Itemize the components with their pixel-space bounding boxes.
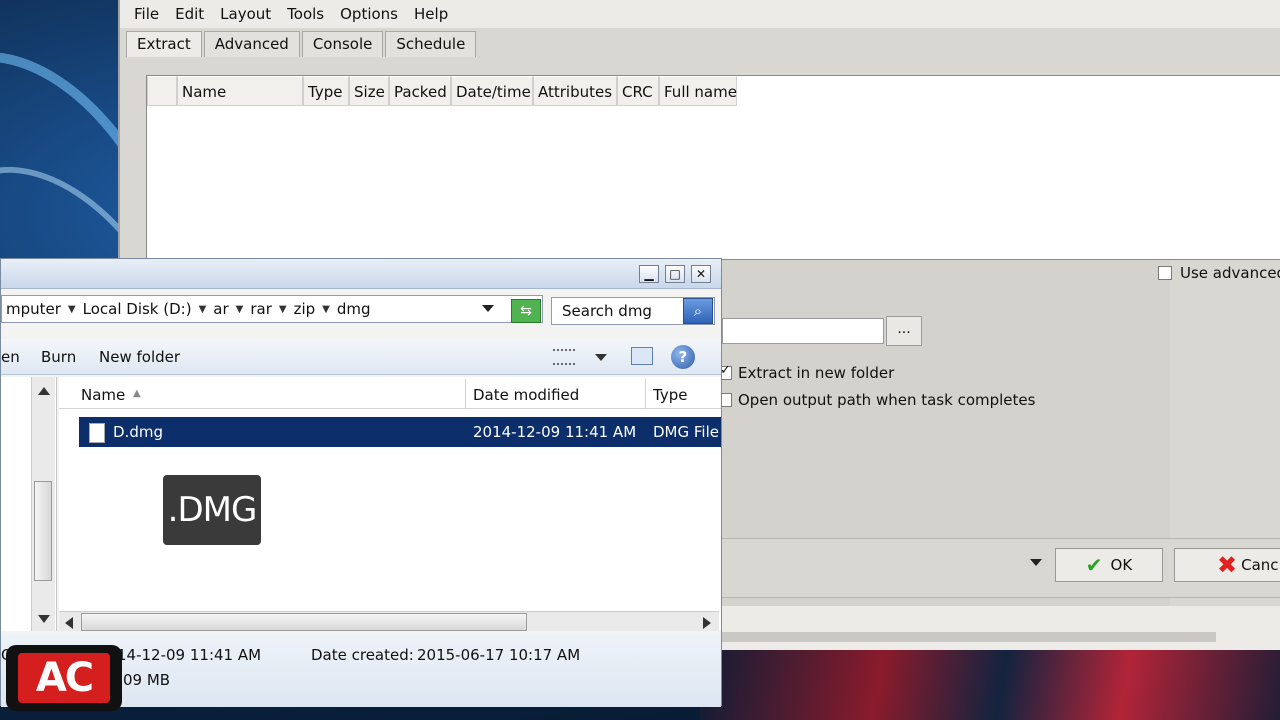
extract-new-folder-option[interactable]: Extract in new folder (718, 363, 895, 382)
menu-edit[interactable]: Edit (167, 5, 212, 23)
column-header-date-modified[interactable]: Date modified (473, 386, 579, 404)
use-advanced-option[interactable]: Use advanced (1158, 264, 1280, 282)
breadcrumb-zip[interactable]: zip (290, 300, 320, 318)
scroll-thumb[interactable] (81, 613, 527, 631)
menu-options[interactable]: Options (332, 5, 406, 23)
scroll-left-icon[interactable] (65, 617, 73, 629)
checkmark-icon: ✔ (1085, 553, 1103, 577)
logo-text: AC (18, 653, 110, 703)
column-header-type[interactable]: Type (653, 386, 687, 404)
breadcrumb-dmg[interactable]: dmg (333, 300, 375, 318)
progress-bar (722, 632, 1216, 642)
details-size: 09 MB (123, 671, 171, 689)
breadcrumb-computer[interactable]: mputer (2, 300, 65, 318)
file-list-header: Name ▲ Date modified Type (59, 379, 721, 409)
column-divider[interactable] (465, 379, 466, 409)
details-date-created-label: Date created: (311, 646, 414, 664)
scroll-right-icon[interactable] (703, 617, 711, 629)
scroll-thumb[interactable] (34, 481, 52, 581)
column-header-blank (147, 76, 177, 106)
column-header-full-name[interactable]: Full name (659, 76, 737, 106)
refresh-icon[interactable]: ⇆ (511, 299, 541, 323)
tab-console[interactable]: Console (301, 31, 384, 57)
wallpaper-band (700, 650, 1280, 720)
chevron-down-icon[interactable] (1030, 559, 1042, 566)
column-header-type[interactable]: Type (303, 76, 349, 106)
menu-tools[interactable]: Tools (279, 5, 332, 23)
open-output-option[interactable]: Open output path when task completes (718, 391, 1035, 409)
archive-file-list[interactable]: Name Type Size Packed Date/time Attribut… (146, 75, 1280, 260)
column-header-size[interactable]: Size (349, 76, 389, 106)
chevron-down-icon[interactable]: ▼ (196, 304, 210, 315)
ok-label: OK (1110, 556, 1133, 574)
column-header-packed[interactable]: Packed (389, 76, 451, 106)
chevron-down-icon[interactable] (595, 354, 607, 361)
output-path-field[interactable] (722, 318, 884, 344)
column-header-datetime[interactable]: Date/time (451, 76, 533, 106)
browse-button[interactable]: ... (886, 316, 922, 346)
file-date-modified: 2014-12-09 11:41 AM (473, 423, 637, 441)
open-button[interactable]: en (1, 348, 20, 366)
file-type: DMG File (653, 423, 719, 441)
menu-help[interactable]: Help (406, 5, 456, 23)
address-history-dropdown-icon[interactable] (482, 305, 494, 312)
column-header-attributes[interactable]: Attributes (533, 76, 617, 106)
file-name: D.dmg (113, 423, 163, 441)
column-header-name[interactable]: Name (81, 386, 125, 404)
maximize-button[interactable]: □ (665, 265, 685, 283)
tab-advanced[interactable]: Advanced (203, 31, 300, 57)
table-row[interactable]: D.dmg 2014-12-09 11:41 AM DMG File (79, 417, 721, 447)
tab-schedule[interactable]: Schedule (385, 31, 477, 57)
chevron-down-icon[interactable]: ▼ (233, 304, 247, 315)
sort-ascending-icon: ▲ (133, 388, 141, 399)
close-button[interactable]: ✕ (691, 265, 711, 283)
column-divider[interactable] (645, 379, 646, 409)
cancel-button[interactable]: ✖ Canc (1174, 548, 1280, 582)
scroll-up-icon[interactable] (38, 387, 50, 395)
extract-new-folder-label: Extract in new folder (738, 364, 895, 382)
ok-button[interactable]: ✔ OK (1055, 548, 1163, 582)
file-icon (89, 423, 105, 443)
details-date-created-value: 2015-06-17 10:17 AM (417, 646, 581, 664)
horizontal-scrollbar[interactable] (59, 611, 719, 631)
chevron-down-icon[interactable]: ▼ (276, 304, 290, 315)
dmg-overlay-badge: .DMG (163, 475, 261, 545)
breadcrumb-local-disk[interactable]: Local Disk (D:) (79, 300, 196, 318)
breadcrumb-rar[interactable]: rar (246, 300, 276, 318)
chevron-down-icon[interactable]: ▼ (319, 304, 333, 315)
cancel-label: Canc (1241, 556, 1279, 574)
open-output-label: Open output path when task completes (738, 391, 1036, 409)
breadcrumb-ar[interactable]: ar (209, 300, 232, 318)
tab-strip: Extract Advanced Console Schedule (126, 31, 478, 57)
minimize-button[interactable]: ▁ (639, 265, 659, 283)
explorer-window: ▁ □ ✕ mputer ▼ Local Disk (D:) ▼ ar ▼ ra… (0, 258, 722, 707)
scroll-down-icon[interactable] (38, 615, 50, 623)
tab-extract[interactable]: Extract (126, 31, 202, 57)
help-icon[interactable]: ? (671, 345, 695, 369)
explorer-toolbar: en Burn New folder ? (1, 339, 721, 375)
view-options-icon[interactable] (553, 349, 575, 365)
progress-area (722, 606, 1280, 650)
menu-layout[interactable]: Layout (212, 5, 279, 23)
column-header-crc[interactable]: CRC (617, 76, 659, 106)
menu-bar: File Edit Layout Tools Options Help (120, 0, 1280, 28)
use-advanced-label: Use advanced (1180, 264, 1280, 282)
chevron-down-icon[interactable]: ▼ (65, 304, 79, 315)
new-folder-button[interactable]: New folder (99, 348, 180, 366)
search-icon[interactable]: ⌕ (683, 298, 713, 324)
preview-pane-icon[interactable] (631, 347, 653, 365)
column-header-name[interactable]: Name (177, 76, 303, 106)
close-icon: ✖ (1217, 551, 1238, 579)
navigation-scrollbar[interactable] (31, 377, 55, 631)
menu-file[interactable]: File (126, 5, 167, 23)
burn-button[interactable]: Burn (41, 348, 76, 366)
file-list-pane[interactable]: Name ▲ Date modified Type D.dmg 2014-12-… (59, 377, 721, 631)
file-list-header: Name Type Size Packed Date/time Attribut… (147, 76, 1280, 106)
channel-logo: AC (6, 645, 122, 711)
use-advanced-checkbox[interactable] (1158, 266, 1172, 280)
explorer-title-bar[interactable]: ▁ □ ✕ (1, 259, 721, 289)
address-bar[interactable]: mputer ▼ Local Disk (D:) ▼ ar ▼ rar ▼ zi… (1, 295, 543, 323)
details-date-modified: 14-12-09 11:41 AM (117, 646, 262, 664)
